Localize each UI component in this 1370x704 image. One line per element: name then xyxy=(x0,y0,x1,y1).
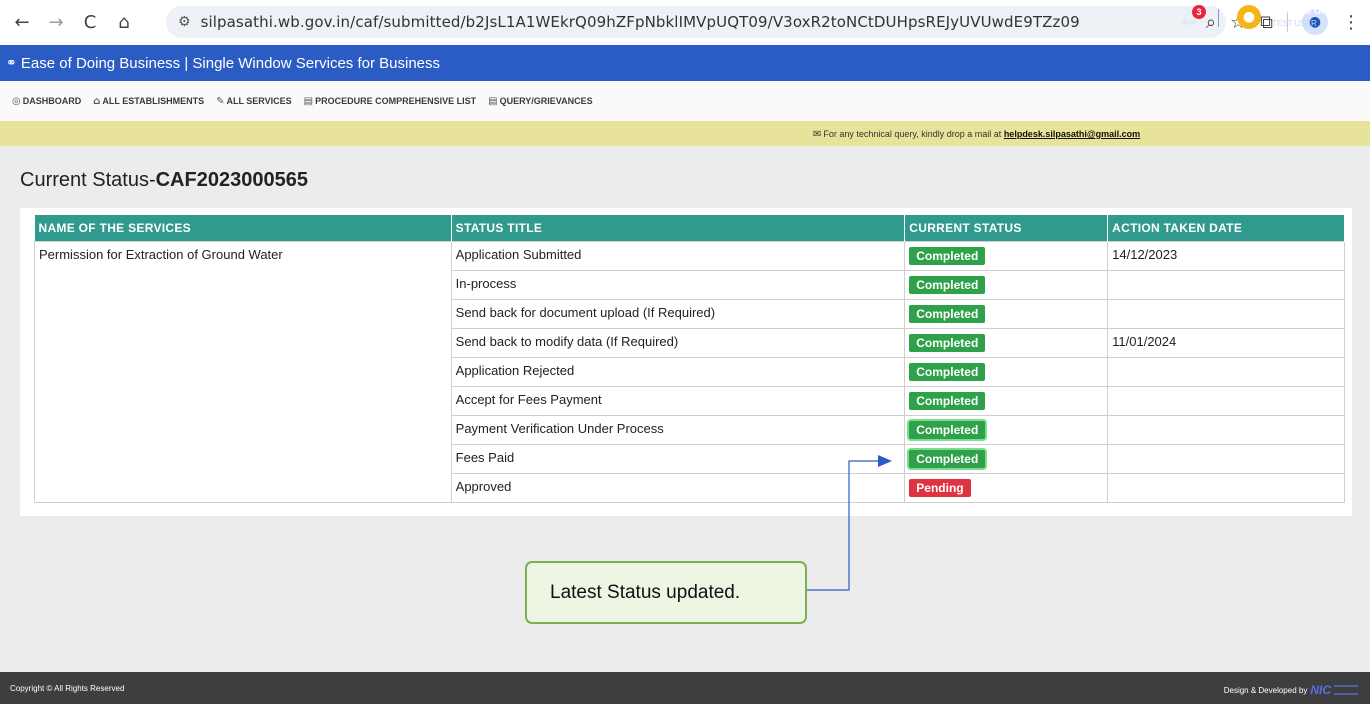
page-title: Current Status-CAF2023000565 xyxy=(20,169,308,192)
notice-bar: ✉ For any technical query, kindly drop a … xyxy=(0,121,1370,146)
status-badge: Completed xyxy=(909,362,986,381)
current-status-cell: Completed xyxy=(904,269,1109,300)
status-badge: Pending xyxy=(909,478,971,497)
site-settings-icon[interactable]: ⚙ xyxy=(178,14,191,30)
status-title-cell: Payment Verification Under Process xyxy=(450,414,906,445)
action-date-cell xyxy=(1107,356,1345,387)
helpdesk-notice: ✉ For any technical query, kindly drop a … xyxy=(813,129,1140,140)
annotation-text: Latest Status updated. xyxy=(550,581,741,603)
status-badge: Completed xyxy=(909,304,986,323)
avatar[interactable]: ● xyxy=(1237,5,1261,29)
table-header-row: NAME OF THE SERVICES STATUS TITLE CURREN… xyxy=(34,215,1345,241)
caret-down-icon: ▾ xyxy=(1351,6,1356,16)
reload-icon[interactable]: C xyxy=(76,8,104,36)
notice-text: For any technical query, kindly drop a m… xyxy=(823,129,1004,139)
nic-logo[interactable]: NIC xyxy=(1310,683,1331,697)
annotation-callout: Latest Status updated. xyxy=(525,561,807,624)
current-status-cell: Completed xyxy=(904,356,1109,387)
home-icon[interactable]: ⌂ xyxy=(110,8,138,36)
column-header: NAME OF THE SERVICES xyxy=(34,215,452,241)
envelope-icon: ✉ xyxy=(813,129,822,140)
dashboard-icon: ◎ xyxy=(12,95,21,107)
current-status-cell: Completed xyxy=(904,414,1109,445)
menu-item-procedure-list[interactable]: ▤ PROCEDURE COMPREHENSIVE LIST xyxy=(304,96,476,107)
menu-item-all-establishments[interactable]: ⌂ ALL ESTABLISHMENTS xyxy=(93,96,204,107)
username: TEST USER xyxy=(1272,19,1317,28)
back-icon[interactable]: ← xyxy=(8,8,36,36)
current-status-cell: Completed xyxy=(904,298,1109,329)
current-status-cell: Completed xyxy=(904,443,1109,474)
current-status-cell: Pending xyxy=(904,472,1109,503)
menu-item-label: ALL SERVICES xyxy=(226,96,292,106)
divider xyxy=(1218,9,1219,27)
app-header: ⚭ Ease of Doing Business | Single Window… xyxy=(0,45,1370,81)
status-title-cell: Send back for document upload (If Requir… xyxy=(450,298,906,329)
building-icon: ⌂ xyxy=(93,95,101,107)
status-title-cell: Application Submitted xyxy=(450,240,906,271)
status-card: NAME OF THE SERVICES STATUS TITLE CURREN… xyxy=(20,208,1352,516)
menu-item-label: ALL ESTABLISHMENTS xyxy=(102,96,205,106)
action-date-cell: 11/01/2024 xyxy=(1107,327,1345,358)
action-date-cell xyxy=(1107,385,1345,416)
menu-item-label: QUERY/GRIEVANCES xyxy=(499,96,593,106)
status-badge: Completed xyxy=(909,275,986,294)
status-title-cell: In-process xyxy=(450,269,906,300)
menu-item-label: PROCEDURE COMPREHENSIVE LIST xyxy=(315,96,477,106)
developer-credit: Design & Developed by NIC xyxy=(1224,683,1358,697)
caf-id: CAF2023000565 xyxy=(155,169,308,191)
action-date-cell xyxy=(1107,472,1345,503)
current-status-cell: Completed xyxy=(904,240,1109,271)
status-badge: Completed xyxy=(909,420,986,439)
nic-logo-mark xyxy=(1334,685,1358,695)
logo-icon: ⚭ xyxy=(6,55,17,71)
menu-item-query-grievances[interactable]: ▤ QUERY/GRIEVANCES xyxy=(488,96,592,107)
url-text[interactable]: silpasathi.wb.gov.in/caf/submitted/b2JsL… xyxy=(201,13,1080,31)
main-menu: ◎ DASHBOARD ⌂ ALL ESTABLISHMENTS ✎ ALL S… xyxy=(0,81,1370,121)
action-date-cell xyxy=(1107,443,1345,474)
app-title[interactable]: Ease of Doing Business | Single Window S… xyxy=(21,55,440,72)
status-table: NAME OF THE SERVICES STATUS TITLE CURREN… xyxy=(34,215,1345,503)
page-title-prefix: Current Status- xyxy=(20,169,156,191)
status-badge: Completed xyxy=(909,449,986,468)
service-name-cell: Permission for Extraction of Ground Wate… xyxy=(34,240,452,503)
footer: Copyright © All Rights Reserved Design &… xyxy=(0,672,1370,704)
status-badge: Completed xyxy=(909,246,986,265)
status-badge: Completed xyxy=(909,333,986,352)
notification-badge: 3 xyxy=(1192,5,1206,19)
welcome-text: Welcome Onboard xyxy=(1272,6,1352,16)
wrench-icon: ✎ xyxy=(216,95,225,107)
table-row: Permission for Extraction of Ground Wate… xyxy=(34,240,1345,503)
status-title-cell: Accept for Fees Payment xyxy=(450,385,906,416)
current-status-cell: Completed xyxy=(904,385,1109,416)
annotation-arrow xyxy=(807,455,892,591)
zoom-icon[interactable]: ⌕ xyxy=(1206,12,1216,33)
action-date-cell: 14/12/2023 xyxy=(1107,240,1345,271)
menu-item-label: DASHBOARD xyxy=(22,96,82,106)
welcome-dropdown[interactable]: Welcome Onboard▾ xyxy=(1272,6,1356,17)
column-header: CURRENT STATUS xyxy=(904,215,1109,241)
action-date-cell xyxy=(1107,269,1345,300)
helpdesk-email-link[interactable]: helpdesk.silpasathi@gmail.com xyxy=(1004,129,1140,139)
column-header: STATUS TITLE xyxy=(451,215,906,241)
column-header: ACTION TAKEN DATE xyxy=(1107,215,1345,241)
credit-text: Design & Developed by xyxy=(1223,685,1308,695)
browser-toolbar: ← → C ⌂ ⚙ silpasathi.wb.gov.in/caf/submi… xyxy=(0,0,1370,45)
menu-item-dashboard[interactable]: ◎ DASHBOARD xyxy=(12,96,81,107)
action-date-cell xyxy=(1107,298,1345,329)
menu-item-all-services[interactable]: ✎ ALL SERVICES xyxy=(216,96,292,107)
status-badge: Completed xyxy=(909,391,986,410)
status-title-cell: Send back to modify data (If Required) xyxy=(450,327,906,358)
list-icon: ▤ xyxy=(303,95,314,107)
current-status-cell: Completed xyxy=(904,327,1109,358)
status-title-cell: Application Rejected xyxy=(450,356,906,387)
copyright-text: Copyright © All Rights Reserved xyxy=(10,684,125,693)
forward-icon[interactable]: → xyxy=(42,8,70,36)
list-icon: ▤ xyxy=(488,95,498,107)
action-date-cell xyxy=(1107,414,1345,445)
address-bar[interactable]: ⚙ silpasathi.wb.gov.in/caf/submitted/b2J… xyxy=(166,6,1226,38)
